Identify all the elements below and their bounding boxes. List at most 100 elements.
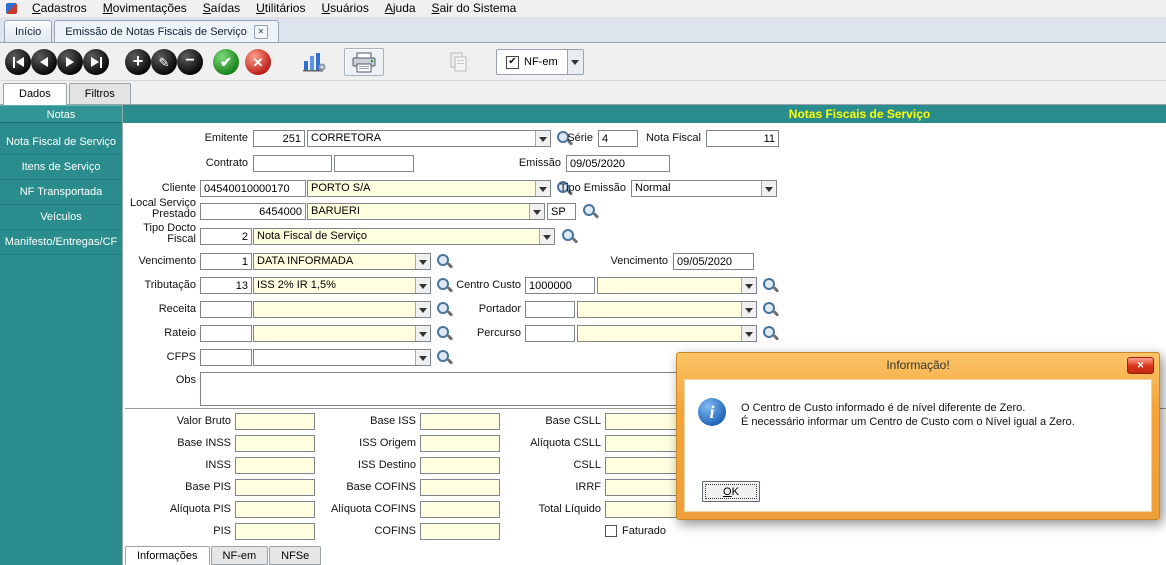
base-cofins-input[interactable] — [420, 479, 500, 496]
centro-custo-combo[interactable] — [597, 277, 757, 294]
application-window: Cadastros Movimentações Saídas Utilitári… — [0, 0, 1166, 565]
aliquota-csll-input[interactable] — [605, 435, 685, 452]
remove-button[interactable]: − — [177, 49, 203, 75]
percurso-code-input[interactable] — [525, 325, 575, 342]
vencimento-data-input[interactable] — [673, 253, 754, 270]
tab-inicio[interactable]: Início — [4, 20, 52, 42]
chevron-down-icon — [415, 302, 430, 317]
menu-item-movimentacoes[interactable]: Movimentações — [95, 0, 195, 18]
sidebar-item-veiculos[interactable]: Veículos — [0, 205, 122, 230]
tributacao-code-input[interactable] — [200, 277, 252, 294]
base-iss-input[interactable] — [420, 413, 500, 430]
portador-combo[interactable] — [577, 301, 757, 318]
valor-bruto-input[interactable] — [235, 413, 315, 430]
menu-item-cadastros[interactable]: Cadastros — [24, 0, 95, 18]
tab-informacoes[interactable]: Informações — [125, 546, 210, 565]
tipo-emissao-combo[interactable]: Normal — [631, 180, 777, 197]
rateio-code-input[interactable] — [200, 325, 252, 342]
total-liquido-input[interactable] — [605, 501, 685, 518]
tab-filtros[interactable]: Filtros — [69, 83, 131, 104]
add-button[interactable]: + — [125, 49, 151, 75]
inss-input[interactable] — [235, 457, 315, 474]
cofins-label: COFINS — [308, 523, 416, 540]
rateio-combo[interactable] — [253, 325, 431, 342]
base-inss-input[interactable] — [235, 435, 315, 452]
pis-input[interactable] — [235, 523, 315, 540]
menu-item-saidas[interactable]: Saídas — [195, 0, 248, 18]
vencimento-tipo-lookup-icon[interactable] — [436, 253, 453, 270]
menu-item-usuarios[interactable]: Usuários — [313, 0, 376, 18]
nfem-checkbox[interactable]: ✔ — [506, 56, 519, 69]
base-pis-input[interactable] — [235, 479, 315, 496]
previous-record-button[interactable] — [31, 49, 57, 75]
portador-code-input[interactable] — [525, 301, 575, 318]
tipo-docto-code-input[interactable] — [200, 228, 252, 245]
receita-code-input[interactable] — [200, 301, 252, 318]
emitente-code-input[interactable] — [253, 130, 305, 147]
sidebar-item-manifesto-entregas-cf[interactable]: Manifesto/Entregas/CF — [0, 230, 122, 255]
sidebar-item-nf-transportada[interactable]: NF Transportada — [0, 180, 122, 205]
base-csll-input[interactable] — [605, 413, 685, 430]
tipo-docto-combo[interactable]: Nota Fiscal de Serviço — [253, 228, 555, 245]
close-icon[interactable]: ✕ — [1127, 357, 1154, 374]
sidebar-item-nota-fiscal-de-servico[interactable]: Nota Fiscal de Serviço — [0, 130, 122, 155]
edit-button[interactable]: ✎ — [151, 49, 177, 75]
emitente-combo[interactable]: CORRETORA — [307, 130, 551, 147]
close-icon[interactable]: ✕ — [254, 25, 268, 39]
local-servico-code-input[interactable] — [200, 203, 306, 220]
cliente-combo[interactable]: PORTO S/A — [307, 180, 551, 197]
tab-nfse[interactable]: NFSe — [269, 546, 321, 565]
local-servico-combo[interactable]: BARUERI — [307, 203, 545, 220]
tipo-docto-lookup-icon[interactable] — [561, 228, 578, 245]
last-record-button[interactable] — [83, 49, 109, 75]
aliquota-csll-label: Alíquota CSLL — [493, 435, 601, 452]
percurso-lookup-icon[interactable] — [762, 325, 779, 342]
next-record-button[interactable] — [57, 49, 83, 75]
first-record-button[interactable] — [5, 49, 31, 75]
cofins-input[interactable] — [420, 523, 500, 540]
portador-lookup-icon[interactable] — [762, 301, 779, 318]
menu-item-ajuda[interactable]: Ajuda — [377, 0, 424, 18]
contrato-input-1[interactable] — [253, 155, 332, 172]
local-servico-lookup-icon[interactable] — [582, 203, 599, 220]
vencimento-tipo-code-input[interactable] — [200, 253, 252, 270]
emissao-input[interactable] — [566, 155, 670, 172]
centro-custo-code-input[interactable] — [525, 277, 595, 294]
chart-button[interactable] — [297, 48, 331, 76]
copy-button[interactable] — [444, 48, 474, 76]
cliente-code-input[interactable] — [200, 180, 306, 197]
serie-input[interactable] — [598, 130, 638, 147]
menu-item-utilitarios[interactable]: Utilitários — [248, 0, 313, 18]
nfem-dropdown-button[interactable] — [567, 50, 583, 74]
tab-emissao-nfs[interactable]: Emissão de Notas Fiscais de Serviço ✕ — [54, 20, 279, 42]
tab-dados[interactable]: Dados — [3, 83, 67, 105]
percurso-label: Percurso — [448, 325, 521, 342]
cfps-combo[interactable] — [253, 349, 431, 366]
print-button[interactable] — [344, 48, 384, 76]
local-servico-uf-input[interactable] — [547, 203, 576, 220]
irrf-input[interactable] — [605, 479, 685, 496]
sidebar-item-itens-de-servico[interactable]: Itens de Serviço — [0, 155, 122, 180]
receita-combo[interactable] — [253, 301, 431, 318]
cfps-code-input[interactable] — [200, 349, 252, 366]
nfem-toggle[interactable]: ✔ NF-em — [497, 50, 567, 74]
cancel-button[interactable]: ✕ — [245, 49, 271, 75]
centro-custo-lookup-icon[interactable] — [762, 277, 779, 294]
menu-item-sair[interactable]: Sair do Sistema — [424, 0, 525, 18]
iss-destino-input[interactable] — [420, 457, 500, 474]
tributacao-combo[interactable]: ISS 2% IR 1,5% — [253, 277, 431, 294]
confirm-button[interactable]: ✔ — [213, 49, 239, 75]
percurso-combo[interactable] — [577, 325, 757, 342]
aliquota-pis-input[interactable] — [235, 501, 315, 518]
faturado-checkbox[interactable] — [605, 525, 617, 537]
nota-fiscal-input[interactable] — [706, 130, 779, 147]
cfps-lookup-icon[interactable] — [436, 349, 453, 366]
vencimento-tipo-combo[interactable]: DATA INFORMADA — [253, 253, 431, 270]
contrato-input-2[interactable] — [334, 155, 414, 172]
csll-input[interactable] — [605, 457, 685, 474]
iss-origem-input[interactable] — [420, 435, 500, 452]
receita-combo-value — [254, 302, 415, 317]
tab-nfem[interactable]: NF-em — [211, 546, 269, 565]
ok-button[interactable]: OK — [702, 481, 760, 502]
aliquota-cofins-input[interactable] — [420, 501, 500, 518]
